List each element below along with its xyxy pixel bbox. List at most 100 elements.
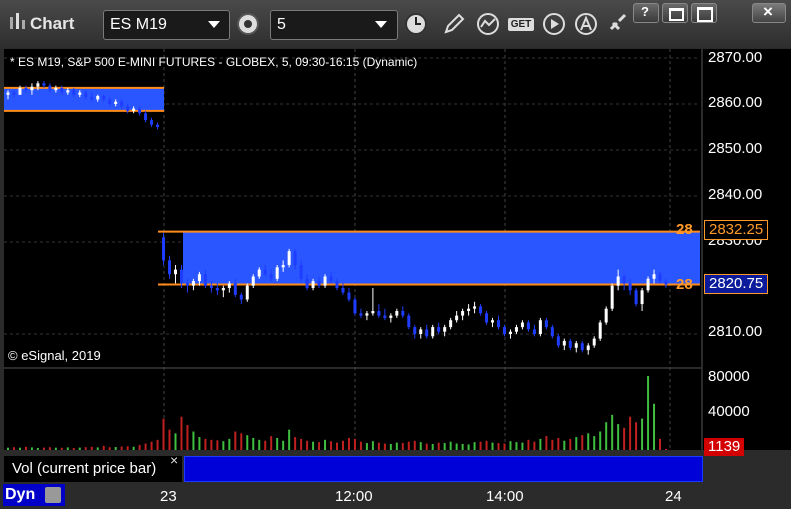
candle-body (335, 281, 339, 288)
candle-body (197, 274, 201, 282)
candle-body (179, 269, 183, 284)
y-tick-label: 2870.00 (708, 49, 763, 66)
candle-body (359, 313, 363, 316)
candle-body (275, 267, 279, 279)
candle-body (616, 276, 620, 286)
candle-body (311, 281, 315, 288)
candle-body (173, 269, 177, 275)
candle-body (126, 106, 130, 111)
candle-body (329, 276, 333, 282)
candle-body (96, 95, 100, 100)
candle-body (479, 306, 483, 314)
candle-body (491, 320, 495, 323)
volume-study-bar[interactable] (184, 456, 703, 482)
candle-body (48, 85, 52, 91)
candle-body (269, 274, 273, 279)
candle-body (520, 322, 524, 328)
candle-body (658, 274, 662, 282)
lower-level-stub: 28 (676, 276, 693, 293)
candle-body (646, 278, 650, 291)
candle-body (485, 313, 489, 323)
chart-info: * ES M19, S&P 500 E-MINI FUTURES - GLOBE… (10, 55, 418, 69)
candle-body (30, 86, 34, 91)
candle-body (413, 327, 417, 334)
candle-body (568, 340, 572, 348)
candle-body (604, 308, 608, 323)
candle-body (443, 327, 447, 332)
candle-body (353, 299, 357, 314)
candle-body (431, 327, 435, 337)
candle-body (562, 340, 566, 346)
candle-body (628, 283, 632, 291)
candle-body (365, 313, 369, 316)
candle-body (395, 311, 399, 316)
volume-tick-label: 80000 (708, 368, 750, 385)
candle-body (556, 336, 560, 346)
candle-body (156, 124, 160, 127)
candle-body (622, 276, 626, 284)
y-tick-label: 2860.00 (708, 94, 763, 111)
candle-body (502, 327, 506, 334)
candle-body (508, 331, 512, 334)
dynamic-mode-button[interactable]: Dyn (3, 484, 65, 506)
candle-body (54, 87, 58, 91)
candle-body (227, 283, 231, 288)
dynamic-mode-label: Dyn (5, 486, 36, 503)
close-study-icon[interactable]: × (170, 452, 178, 468)
candle-body (215, 288, 219, 291)
candle-body (132, 108, 136, 111)
upper-level-stub: 28 (676, 221, 693, 238)
candle-body (84, 92, 88, 98)
upper-level-tag: 2832.25 (704, 220, 769, 240)
candle-body (437, 327, 441, 332)
candle-body (532, 329, 536, 334)
candle-body (580, 343, 584, 351)
candle-body (419, 329, 423, 334)
x-tick-label: 24 (665, 488, 682, 505)
volume-study-label: Vol (current price bar) (4, 456, 182, 482)
candle-body (150, 120, 154, 125)
candle-body (114, 101, 118, 104)
candle-body (389, 315, 393, 318)
candle-body (66, 90, 70, 93)
y-tick-label: 2840.00 (708, 186, 763, 203)
candle-body (425, 329, 429, 337)
y-tick-label: 2850.00 (708, 140, 763, 157)
candle-body (203, 274, 207, 286)
level-zone (183, 231, 700, 285)
candle-body (598, 322, 602, 339)
candle-body (36, 83, 40, 87)
candle-body (102, 95, 106, 100)
candle-body (209, 285, 213, 288)
candle-body (407, 315, 411, 328)
candle-body (371, 311, 375, 314)
volume-value-tag: 1139 (704, 438, 745, 456)
candle-body (251, 276, 255, 286)
candle-body (287, 251, 291, 265)
candle-body (467, 308, 471, 311)
candle-body (185, 283, 189, 286)
candle-body (191, 281, 195, 286)
candle-body (401, 311, 405, 316)
candle-body (317, 281, 321, 286)
candle-body (347, 292, 351, 300)
candle-body (497, 320, 501, 328)
candle-body (550, 327, 554, 337)
candle-body (90, 97, 94, 100)
candle-body (12, 92, 16, 95)
candle-body (18, 87, 22, 95)
candle-body (221, 288, 225, 291)
lock-icon (45, 487, 61, 503)
candle-body (640, 290, 644, 305)
candle-body (168, 260, 172, 275)
candle-body (281, 265, 285, 268)
candle-body (299, 265, 303, 279)
candle-body (72, 90, 76, 95)
chart-canvas (4, 49, 700, 450)
candle-body (233, 283, 237, 295)
candle-body (377, 311, 381, 316)
candle-body (341, 288, 345, 293)
candle-body (449, 320, 453, 328)
candle-body (24, 87, 28, 91)
candle-body (610, 285, 614, 309)
